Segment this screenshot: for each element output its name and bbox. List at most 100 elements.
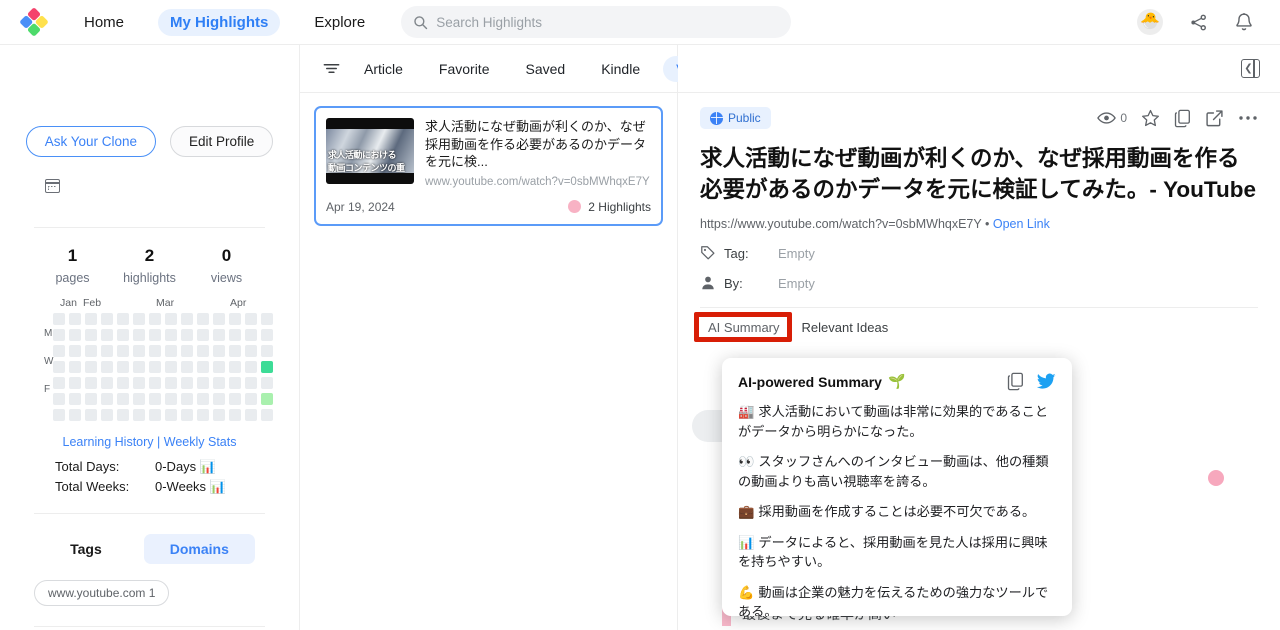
heatmap-cell[interactable]: [197, 377, 210, 389]
heatmap-cell[interactable]: [181, 313, 194, 325]
heatmap-cell[interactable]: [181, 393, 194, 405]
heatmap-cell[interactable]: [69, 329, 82, 341]
heatmap-cell[interactable]: [197, 361, 210, 373]
heatmap-cell[interactable]: [133, 329, 146, 341]
heatmap-cell[interactable]: [245, 409, 258, 421]
heatmap-cell[interactable]: [181, 361, 194, 373]
heatmap-cell[interactable]: [245, 361, 258, 373]
heatmap-cell[interactable]: [53, 409, 66, 421]
heatmap-cell[interactable]: [53, 393, 66, 405]
heatmap-cell[interactable]: [213, 393, 226, 405]
heatmap-cell[interactable]: [101, 313, 114, 325]
heatmap-cell[interactable]: [261, 409, 274, 421]
heatmap-cell[interactable]: [117, 345, 130, 357]
by-row[interactable]: By: Empty: [700, 275, 1258, 291]
heatmap-cell[interactable]: [149, 329, 162, 341]
heatmap-cell[interactable]: [85, 393, 98, 405]
heatmap-cell[interactable]: [133, 393, 146, 405]
heatmap-cell[interactable]: [213, 313, 226, 325]
heatmap-cell[interactable]: [85, 409, 98, 421]
heatmap-cell[interactable]: [261, 345, 274, 357]
heatmap-cell[interactable]: [69, 345, 82, 357]
tab-relevant-ideas[interactable]: Relevant Ideas: [794, 316, 897, 339]
heatmap-cell[interactable]: [101, 377, 114, 389]
heatmap-cell[interactable]: [117, 361, 130, 373]
heatmap-cell[interactable]: [245, 313, 258, 325]
heatmap-cell[interactable]: [261, 361, 274, 373]
heatmap-cell[interactable]: [181, 329, 194, 341]
heatmap-cell[interactable]: [101, 361, 114, 373]
heatmap-cell[interactable]: [133, 409, 146, 421]
heatmap-cell[interactable]: [133, 377, 146, 389]
ask-your-clone-button[interactable]: Ask Your Clone: [25, 126, 157, 157]
heatmap-cell[interactable]: [117, 377, 130, 389]
heatmap-cell[interactable]: [197, 409, 210, 421]
edit-profile-button[interactable]: Edit Profile: [170, 126, 274, 157]
share-icon[interactable]: [1189, 13, 1208, 32]
tab-article[interactable]: Article: [351, 56, 416, 82]
star-icon[interactable]: [1141, 109, 1160, 128]
heatmap-cell[interactable]: [229, 361, 242, 373]
heatmap-cell[interactable]: [117, 313, 130, 325]
heatmap-cell[interactable]: [149, 377, 162, 389]
status-badge[interactable]: Public: [700, 107, 771, 129]
copy-icon[interactable]: [1007, 372, 1024, 391]
heatmap-cell[interactable]: [101, 345, 114, 357]
more-options-icon[interactable]: [1238, 115, 1258, 121]
heatmap-cell[interactable]: [213, 361, 226, 373]
tab-saved[interactable]: Saved: [512, 56, 578, 82]
twitter-icon[interactable]: [1036, 373, 1056, 390]
heatmap-cell[interactable]: [101, 409, 114, 421]
avatar[interactable]: 🐣: [1137, 9, 1163, 35]
share-export-icon[interactable]: [1205, 109, 1224, 128]
heatmap-cell[interactable]: [53, 329, 66, 341]
heatmap-cell[interactable]: [165, 377, 178, 389]
heatmap-cell[interactable]: [245, 393, 258, 405]
eye-icon[interactable]: [1097, 111, 1117, 125]
heatmap-cell[interactable]: [85, 361, 98, 373]
heatmap-cell[interactable]: [117, 329, 130, 341]
heatmap-cell[interactable]: [53, 313, 66, 325]
heatmap-cell[interactable]: [165, 361, 178, 373]
heatmap-cell[interactable]: [197, 345, 210, 357]
learning-history-link[interactable]: Learning History: [63, 435, 154, 449]
heatmap-cell[interactable]: [197, 313, 210, 325]
nav-item-explore[interactable]: Explore: [302, 9, 377, 36]
heatmap-cell[interactable]: [229, 329, 242, 341]
heatmap-cell[interactable]: [213, 409, 226, 421]
heatmap-cell[interactable]: [53, 361, 66, 373]
app-logo[interactable]: [18, 6, 50, 38]
heatmap-cell[interactable]: [69, 377, 82, 389]
heatmap-cell[interactable]: [261, 313, 274, 325]
heatmap-cell[interactable]: [165, 329, 178, 341]
heatmap-cell[interactable]: [181, 345, 194, 357]
heatmap-cell[interactable]: [85, 313, 98, 325]
heatmap-cell[interactable]: [149, 361, 162, 373]
heatmap-cell[interactable]: [69, 313, 82, 325]
heatmap-cell[interactable]: [213, 329, 226, 341]
heatmap-cell[interactable]: [133, 313, 146, 325]
tab-tags[interactable]: Tags: [44, 534, 128, 564]
notification-bell-icon[interactable]: [1234, 12, 1254, 33]
nav-item-my-highlights[interactable]: My Highlights: [158, 8, 281, 36]
heatmap-cell[interactable]: [245, 345, 258, 357]
nav-item-home[interactable]: Home: [72, 9, 136, 36]
heatmap-cell[interactable]: [69, 393, 82, 405]
heatmap-cell[interactable]: [149, 345, 162, 357]
heatmap-cell[interactable]: [53, 377, 66, 389]
heatmap-cell[interactable]: [261, 329, 274, 341]
heatmap-cell[interactable]: [245, 329, 258, 341]
heatmap-cell[interactable]: [229, 377, 242, 389]
heatmap-cell[interactable]: [197, 329, 210, 341]
domain-chip-youtube[interactable]: www.youtube.com 1: [34, 580, 170, 606]
collapse-panel-icon[interactable]: ❮: [1241, 59, 1260, 78]
heatmap-cell[interactable]: [149, 409, 162, 421]
tag-row[interactable]: Tag: Empty: [700, 245, 1258, 261]
calendar-icon[interactable]: [45, 179, 60, 193]
heatmap-cell[interactable]: [149, 393, 162, 405]
heatmap-cell[interactable]: [181, 409, 194, 421]
tab-domains[interactable]: Domains: [143, 534, 255, 564]
heatmap-cell[interactable]: [149, 313, 162, 325]
heatmap-cell[interactable]: [245, 377, 258, 389]
heatmap-cell[interactable]: [197, 393, 210, 405]
